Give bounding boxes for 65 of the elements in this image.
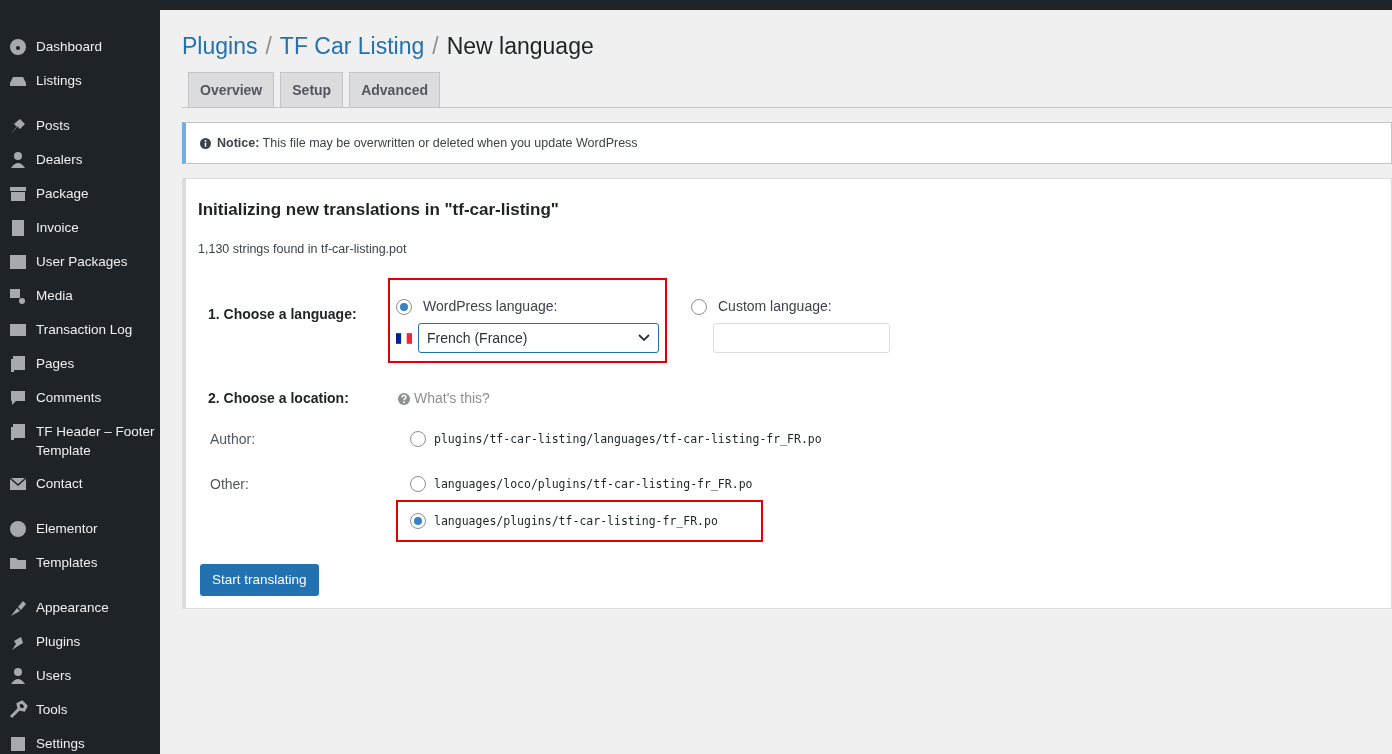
sidebar-item[interactable]: Posts	[0, 109, 160, 143]
sidebar-item[interactable]: Comments	[0, 381, 160, 415]
breadcrumb-separator: /	[265, 31, 272, 61]
file-path: languages/plugins/tf-car-listing-fr_FR.po	[434, 512, 718, 530]
radio-button[interactable]	[691, 298, 707, 315]
menu-icon	[8, 700, 28, 720]
help-icon	[398, 392, 410, 405]
group-label: Author:	[210, 431, 256, 448]
sidebar-item[interactable]: Dashboard	[0, 30, 160, 64]
sidebar-item[interactable]: Dealers	[0, 143, 160, 177]
sidebar-item[interactable]: Templates	[0, 546, 160, 580]
start-translating-button[interactable]: Start translating	[200, 564, 319, 597]
menu-icon	[8, 37, 28, 57]
tab[interactable]: Overview	[188, 72, 275, 107]
menu-icon	[8, 519, 28, 539]
file-path: plugins/tf-car-listing/languages/tf-car-listing-fr_FR.po	[434, 430, 822, 448]
breadcrumb-separator: /	[432, 31, 439, 61]
sidebar-item[interactable]: Package	[0, 177, 160, 211]
menu-icon	[8, 252, 28, 272]
flag-icon	[396, 332, 412, 344]
menu-icon	[8, 422, 28, 442]
menu-icon	[8, 150, 28, 170]
info-icon	[200, 137, 211, 149]
card-title: Initializing new translations in "tf-car-listing"	[198, 199, 560, 221]
menu-icon	[8, 734, 28, 754]
custom-language-field[interactable]	[713, 323, 890, 354]
sidebar-item[interactable]: Listings	[0, 64, 160, 98]
menu-icon	[8, 598, 28, 618]
menu-icon	[8, 354, 28, 374]
breadcrumb-link[interactable]: Plugins	[182, 28, 258, 64]
sidebar-item[interactable]: Transaction Log	[0, 313, 160, 347]
file-path: languages/loco/plugins/tf-car-listing-fr_FR.po	[434, 475, 753, 493]
chevron-down-icon	[638, 334, 650, 343]
language-dropdown[interactable]: French (France)	[418, 323, 659, 354]
page-title: New language	[446, 31, 594, 61]
sidebar-item[interactable]: Appearance	[0, 591, 160, 625]
sidebar-item[interactable]: Settings	[0, 727, 160, 754]
sidebar-item[interactable]: Plugins	[0, 625, 160, 659]
radio-button[interactable]	[410, 431, 426, 448]
sidebar-item[interactable]: Pages	[0, 347, 160, 381]
option-label: Custom language:	[718, 297, 832, 317]
sidebar-item[interactable]: Contact	[0, 467, 160, 501]
strings-summary: 1,130 strings found in tf-car-listing.pot	[198, 240, 408, 258]
sidebar-item[interactable]: Tools	[0, 693, 160, 727]
menu-icon	[8, 666, 28, 686]
menu-icon	[8, 388, 28, 408]
sidebar-item[interactable]: Media	[0, 279, 160, 313]
breadcrumb-link[interactable]: TF Car Listing	[279, 28, 425, 64]
tab[interactable]: Setup	[280, 72, 344, 107]
menu-icon	[8, 184, 28, 204]
sidebar-item[interactable]: TF Header – Footer Template	[0, 415, 160, 467]
menu-icon	[8, 286, 28, 306]
notice-text: Notice: This file may be overwritten or deleted when you update WordPress	[217, 134, 638, 152]
radio-button[interactable]	[396, 298, 412, 315]
radio-button[interactable]	[410, 513, 426, 530]
tab[interactable]: Advanced	[349, 72, 441, 107]
sidebar-item[interactable]: User Packages	[0, 245, 160, 279]
location-label: 2. Choose a location:	[207, 389, 350, 409]
sidebar-item[interactable]: Invoice	[0, 211, 160, 245]
group-label: Other:	[210, 476, 249, 493]
radio-button[interactable]	[410, 476, 426, 493]
sidebar-item[interactable]: Users	[0, 659, 160, 693]
option-label: WordPress language:	[423, 297, 558, 317]
sidebar-item[interactable]: Elementor	[0, 512, 160, 546]
language-label: 1. Choose a language:	[207, 305, 358, 325]
